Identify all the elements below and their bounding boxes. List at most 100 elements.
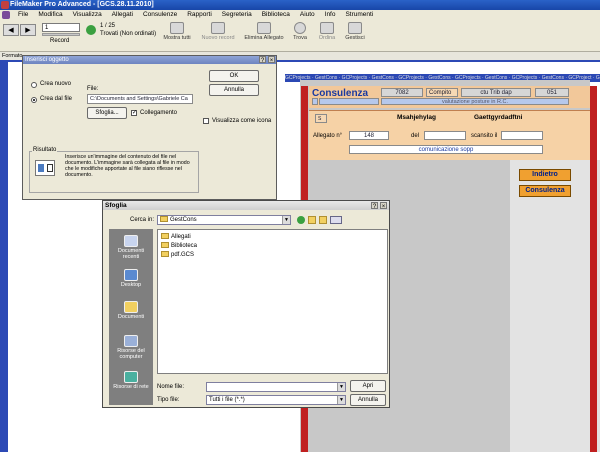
place-network[interactable]: Risorse di rete [109, 371, 153, 390]
menu-file[interactable]: File [14, 10, 32, 20]
found-pie-icon [86, 25, 96, 35]
list-item[interactable]: Allegati [161, 233, 191, 241]
del-date-field[interactable] [424, 131, 466, 140]
display-as-icon-checkbox[interactable] [203, 118, 209, 124]
manage-button[interactable]: Gestisci [342, 22, 368, 41]
app-menu-icon[interactable] [2, 11, 10, 19]
browse-dialog-titlebar: Sfoglia [103, 201, 389, 210]
create-new-radio[interactable] [31, 82, 37, 88]
delete-attachment-button[interactable]: Elimina Allegato [240, 22, 288, 41]
menu-bar: File Modifica Visualizza Allegati Consul… [0, 10, 600, 20]
link-checkbox[interactable]: ✓ [131, 110, 137, 116]
list-item[interactable]: Biblioteca [161, 242, 197, 250]
delete-attachment-icon [257, 22, 271, 34]
browse-button[interactable]: Sfoglia... [87, 107, 127, 119]
consulenza-button[interactable]: Consulenza [519, 185, 571, 197]
sort-button[interactable]: Ordina [314, 22, 340, 41]
show-all-icon [170, 22, 184, 34]
insert-dialog-titlebar: Inserisci oggetto [23, 56, 276, 64]
place-computer[interactable]: Risorse del computer [109, 335, 153, 360]
browse-dialog: Sfoglia ? × Cerca in: GestCons ▼ Documen… [102, 200, 390, 408]
record-slider[interactable] [42, 33, 80, 36]
menu-modifica[interactable]: Modifica [34, 10, 66, 20]
record-number-input[interactable]: 1 [42, 23, 80, 32]
filetype-combo[interactable]: Tutti i file (*.*) ▼ [206, 395, 346, 405]
compito-field[interactable]: ctu Trib dap [461, 88, 531, 97]
menu-rapporti[interactable]: Rapporti [183, 10, 216, 20]
manage-icon [348, 22, 362, 34]
places-bar: Documenti recenti Desktop Documenti Riso… [109, 229, 153, 405]
filename-label: Nome file: [157, 384, 185, 390]
display-as-icon-label: Visualizza come icona [212, 118, 272, 124]
menu-consulenze[interactable]: Consulenze [139, 10, 181, 20]
recent-documents-icon [124, 235, 138, 247]
desktop-icon [124, 269, 138, 281]
new-record-button[interactable]: Nuovo record [198, 22, 238, 41]
ok-button[interactable]: OK [209, 70, 259, 82]
create-from-file-radio[interactable] [31, 97, 37, 103]
del-label: del [411, 133, 420, 139]
documents-icon [124, 301, 138, 313]
menu-info[interactable]: Info [321, 10, 340, 20]
menu-visualizza[interactable]: Visualizza [69, 10, 106, 20]
code-field[interactable]: 051 [535, 88, 569, 97]
chevron-down-icon: ▼ [282, 216, 290, 224]
insert-object-dialog: Inserisci oggetto ? × Crea nuovo Crea da… [22, 55, 277, 200]
result-description: Inserisce un'immagine del contenuto del … [65, 154, 190, 178]
menu-biblioteca[interactable]: Biblioteca [258, 10, 294, 20]
sub-status-field[interactable]: valutazione posture in R.C. [381, 98, 569, 105]
magnifier-icon [294, 22, 306, 34]
place-recent[interactable]: Documenti recenti [109, 235, 153, 260]
link-checkbox-label: Collegamento [140, 110, 178, 116]
chevron-down-icon: ▼ [337, 396, 345, 404]
browse-cancel-button[interactable]: Annulla [350, 394, 386, 406]
back-button[interactable]: Indietro [519, 169, 571, 181]
file-path-input[interactable]: C:\Documents and Settings\Gabriele Ca [87, 94, 193, 104]
menu-allegati[interactable]: Allegati [108, 10, 137, 20]
new-record-icon [211, 22, 225, 34]
result-label: Risultato [32, 147, 58, 153]
network-icon [124, 371, 138, 383]
browse-dialog-title: Sfoglia [105, 202, 127, 209]
record-number-field[interactable]: 7082 [381, 88, 423, 97]
list-item[interactable]: pdf.GCS [161, 251, 194, 259]
lookin-label: Cerca in: [130, 217, 155, 223]
found-status: Trovati (Non ordinati) [100, 31, 157, 37]
file-label: File: [87, 86, 99, 92]
description-field[interactable]: comunicazione sopp [349, 145, 543, 154]
create-new-label: Crea nuovo [40, 81, 72, 87]
compito-label: Compito [426, 88, 458, 97]
menu-segreteria[interactable]: Segreteria [218, 10, 256, 20]
cancel-button[interactable]: Annulla [209, 84, 259, 96]
window-title: FileMaker Pro Advanced - [GCS.28.11.2010… [10, 1, 154, 8]
back-icon[interactable] [297, 216, 305, 224]
prev-record-button[interactable]: ◀ [3, 24, 19, 36]
browse-help-icon[interactable]: ? [371, 202, 378, 210]
party-one: Msahjehylag [397, 114, 437, 121]
open-button[interactable]: Apri [350, 380, 386, 392]
place-desktop[interactable]: Desktop [109, 269, 153, 288]
menu-strumenti[interactable]: Strumenti [341, 10, 377, 20]
filename-input[interactable]: ▼ [206, 382, 346, 392]
record-label: Record [50, 38, 70, 44]
close-icon[interactable]: × [268, 56, 275, 64]
file-list[interactable]: Allegati Biblioteca pdf.GCS [157, 229, 388, 374]
tag-code-field[interactable]: S [315, 114, 327, 123]
show-all-button[interactable]: Mostra tutti [160, 22, 194, 41]
place-documents[interactable]: Documenti [109, 301, 153, 320]
menu-aiuto[interactable]: Aiuto [296, 10, 319, 20]
help-icon[interactable]: ? [259, 56, 266, 64]
find-button[interactable]: Trova [290, 22, 310, 41]
allegato-number-field[interactable]: 148 [349, 131, 389, 140]
insert-dialog-title: Inserisci oggetto [25, 57, 69, 63]
scan-date-field[interactable] [501, 131, 543, 140]
status-blank-field[interactable] [319, 98, 379, 105]
new-folder-icon[interactable] [319, 216, 327, 224]
browse-close-icon[interactable]: × [380, 202, 387, 210]
next-record-button[interactable]: ▶ [20, 24, 36, 36]
lookin-combo[interactable]: GestCons ▼ [157, 215, 291, 225]
view-menu-icon[interactable] [330, 216, 342, 224]
up-folder-icon[interactable] [308, 216, 316, 224]
layout-label: Formato [2, 53, 23, 59]
allegato-panel: S Msahjehylag Gaettgyrdadftni Allegato n… [309, 110, 590, 160]
